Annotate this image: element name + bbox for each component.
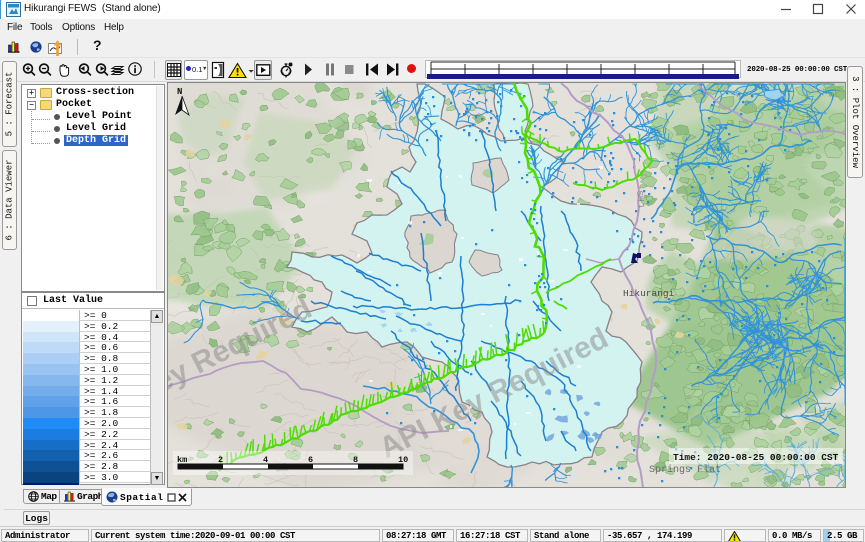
svg-text:Hikurangi: Hikurangi <box>623 288 675 299</box>
svg-text:Springs Flat: Springs Flat <box>649 464 721 476</box>
svg-text:N: N <box>177 87 182 97</box>
svg-text:Time: 2020-08-25 00:00:00 CST: Time: 2020-08-25 00:00:00 CST <box>673 452 839 463</box>
